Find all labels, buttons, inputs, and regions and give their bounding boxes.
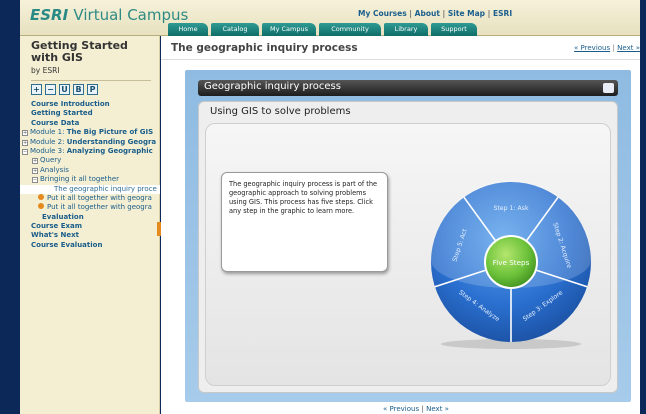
expand-all-icon[interactable]: +	[31, 84, 42, 95]
center-label: Five Steps	[493, 258, 530, 267]
nav-geographic-inquiry-current[interactable]: The geographic inquiry proce	[20, 184, 160, 194]
tab-my-campus[interactable]: My Campus	[262, 23, 316, 36]
status-icon	[38, 203, 44, 210]
stage-title: Geographic inquiry process	[204, 81, 341, 92]
nav-put-together-2[interactable]: Put it all together with geogra	[20, 203, 160, 212]
nav-course-introduction[interactable]: Course Introduction	[20, 100, 160, 109]
status-icon	[38, 193, 44, 200]
nav-getting-started[interactable]: Getting Started	[20, 109, 160, 118]
expand-icon[interactable]: +	[32, 158, 38, 165]
panel-title: Using GIS to solve problems	[210, 106, 351, 117]
content-panel: Using GIS to solve problems The geograph…	[198, 101, 618, 393]
course-author: by ESRI	[31, 66, 60, 75]
nav-course-evaluation[interactable]: Course Evaluation	[20, 241, 160, 250]
tab-library[interactable]: Library	[384, 23, 428, 36]
expand-icon[interactable]: +	[22, 139, 28, 146]
five-steps-wheel: Step 1: AskStep 2: AcquireStep 3: Explor…	[431, 180, 591, 349]
previous-link-bottom[interactable]: « Previous	[383, 405, 419, 413]
page-title: The geographic inquiry process	[171, 42, 358, 54]
nav-query[interactable]: + Query	[20, 156, 160, 165]
collapse-icon[interactable]: −	[22, 148, 28, 155]
collapse-all-icon[interactable]: −	[45, 84, 56, 95]
tab-support[interactable]: Support	[431, 23, 477, 36]
stage-titlebar: Geographic inquiry process	[198, 80, 618, 96]
stage-menu-icon[interactable]	[603, 83, 614, 93]
pager-top: « Previous | Next »	[574, 44, 640, 52]
wheel-step-1[interactable]: Step 1: Ask	[493, 205, 528, 212]
tab-home[interactable]: Home	[168, 23, 208, 36]
left-frame	[0, 0, 20, 414]
main-tabs: Home Catalog My Campus Community Library…	[168, 23, 480, 36]
nav-analysis[interactable]: + Analysis	[20, 166, 160, 175]
lesson-stage: Geographic inquiry process Using GIS to …	[185, 70, 631, 402]
course-nav: Course Introduction Getting Started Cour…	[20, 100, 160, 250]
unit-icon[interactable]: U	[59, 84, 70, 95]
main-content: The geographic inquiry process « Previou…	[161, 36, 640, 414]
nav-course-data[interactable]: Course Data	[20, 119, 160, 128]
link-about[interactable]: About	[415, 9, 440, 18]
tab-catalog[interactable]: Catalog	[211, 23, 259, 36]
bookmark-icon[interactable]: B	[73, 84, 84, 95]
nav-module-3[interactable]: − Module 3: Analyzing Geographic	[20, 147, 160, 156]
course-title: Getting Started with GIS	[31, 39, 128, 64]
link-esri[interactable]: ESRI	[493, 9, 512, 18]
pager-bottom: « Previous | Next »	[383, 405, 449, 413]
next-link-bottom[interactable]: Next »	[426, 405, 449, 413]
right-frame	[640, 0, 646, 414]
info-text: The geographic inquiry process is part o…	[229, 180, 378, 215]
nav-evaluation[interactable]: Evaluation	[20, 213, 160, 222]
title-divider	[161, 59, 640, 60]
nav-bringing-together[interactable]: − Bringing it all together	[20, 175, 160, 184]
collapse-icon[interactable]: −	[32, 177, 38, 184]
tab-community[interactable]: Community	[319, 23, 381, 36]
site-header: ESRI Virtual Campus My Courses | About |…	[20, 0, 640, 36]
expand-icon[interactable]: +	[22, 130, 28, 137]
print-icon[interactable]: P	[87, 84, 98, 95]
next-link[interactable]: Next »	[617, 44, 640, 52]
sidebar-toolbar: + − U B P	[31, 84, 101, 95]
link-site-map[interactable]: Site Map	[448, 9, 485, 18]
top-links: My Courses | About | Site Map | ESRI	[358, 9, 513, 18]
nav-whats-next[interactable]: What's Next	[20, 231, 160, 240]
expand-icon[interactable]: +	[32, 167, 38, 174]
nav-course-exam[interactable]: Course Exam	[20, 222, 160, 231]
info-box: The geographic inquiry process is part o…	[221, 172, 388, 272]
esri-logo[interactable]: ESRI Virtual Campus	[30, 6, 188, 24]
nav-module-2[interactable]: + Module 2: Understanding Geogra	[20, 138, 160, 147]
previous-link[interactable]: « Previous	[574, 44, 610, 52]
link-my-courses[interactable]: My Courses	[358, 9, 407, 18]
nav-put-together-1[interactable]: Put it all together with geogra	[20, 193, 160, 203]
divider	[31, 80, 151, 81]
course-sidebar: Getting Started with GIS by ESRI + − U B…	[20, 36, 160, 414]
nav-module-1[interactable]: + Module 1: The Big Picture of GIS	[20, 128, 160, 137]
